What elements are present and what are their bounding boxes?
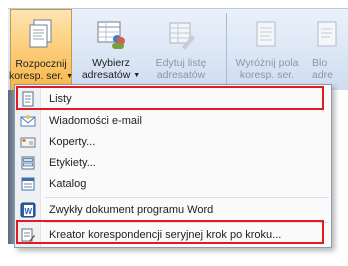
start-mail-merge-label-2: koresp. ser. ▼ [8,70,74,82]
menu-item-directory[interactable]: Katalog [15,174,331,194]
menu-item-label: Zwykły dokument programu Word [49,204,214,216]
start-mail-merge-button[interactable]: Rozpocznij koresp. ser. ▼ [8,9,74,90]
menu-item-label: Koperty... [49,136,96,148]
address-block-button: Blo adre [312,9,348,90]
highlight-merge-fields-button: Wyróżnij pola koresp. ser. [230,9,304,90]
highlight-fields-icon [254,17,280,51]
edit-recipient-list-button: Edytuj listę adresatów [146,9,216,90]
labels-icon [15,153,41,173]
screenshot-frame: Rozpocznij koresp. ser. ▼ Wybierz adresa… [0,0,348,266]
menu-item-label: Etykiety... [49,157,96,169]
menu-item-normal-word-document[interactable]: W Zwykły dokument programu Word [15,200,331,220]
edit-recipient-list-label-2: adresatów [156,69,206,81]
menu-item-labels[interactable]: Etykiety... [15,153,331,173]
address-block-icon [312,17,338,51]
menu-item-label: Wiadomości e-mail [49,115,142,127]
svg-text:W: W [25,207,33,216]
address-block-label-2: adre [312,69,334,81]
start-mail-merge-icon [25,18,57,52]
highlight-box-letters [16,86,324,110]
dropdown-caret-icon: ▼ [133,72,141,79]
address-block-label-1: Blo [312,57,328,69]
edit-recipient-list-icon [166,17,196,51]
ribbon-mailings-group: Rozpocznij koresp. ser. ▼ Wybierz adresa… [8,8,348,90]
edit-recipient-list-label-1: Edytuj listę [155,57,207,69]
start-mail-merge-label-1: Rozpocznij [15,58,67,70]
menu-item-envelopes[interactable]: Koperty... [15,132,331,152]
highlight-fields-label-1: Wyróżnij pola [235,57,299,69]
menu-item-email[interactable]: Wiadomości e-mail [15,111,331,131]
select-recipients-label-2: adresatów ▼ [81,69,141,81]
dropdown-caret-icon: ▼ [66,73,74,80]
select-recipients-icon [95,17,127,51]
highlight-box-wizard [16,220,324,244]
menu-separator [45,197,329,198]
envelope-icon [15,132,41,152]
word-document-icon: W [15,200,41,220]
select-recipients-button[interactable]: Wybierz adresatów ▼ [80,9,142,90]
directory-icon [15,174,41,194]
select-recipients-label-1: Wybierz [92,57,130,69]
ribbon-group-separator [226,13,227,87]
highlight-fields-label-2: koresp. ser. [239,69,295,81]
menu-item-label: Katalog [49,178,87,190]
email-icon [15,111,41,131]
